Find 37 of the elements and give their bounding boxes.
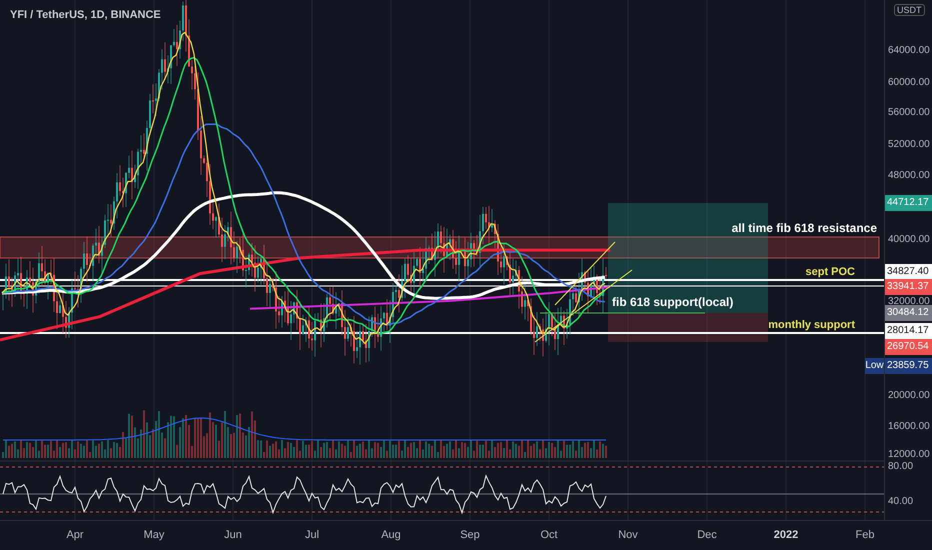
- time-axis-label: Aug: [380, 529, 402, 541]
- price-tick: 64000.00: [888, 44, 930, 58]
- chart-annotation: all time fib 618 resistance: [732, 221, 877, 235]
- rsi-tick: 40.00: [888, 495, 914, 509]
- price-badge: 26970.54: [885, 339, 932, 355]
- price-badge: 44712.17: [885, 195, 932, 211]
- time-axis-label: Feb: [854, 529, 876, 541]
- price-badge: 34827.40: [885, 264, 932, 280]
- price-tick: 56000.00: [888, 106, 930, 120]
- price-badge: 30484.12: [885, 305, 932, 321]
- price-tick: 40000.00: [888, 233, 930, 247]
- price-badge: 28014.17: [885, 323, 932, 339]
- time-axis-label: Nov: [617, 529, 639, 541]
- chart-annotation: monthly support: [768, 319, 855, 331]
- price-tick: 52000.00: [888, 138, 930, 152]
- chart-title: YFI / TetherUS, 1D, BINANCE: [10, 9, 161, 21]
- price-tick: 20000.00: [888, 389, 930, 403]
- price-tick: 48000.00: [888, 169, 930, 183]
- price-tick: 16000.00: [888, 420, 930, 434]
- low-label: Low: [865, 358, 884, 374]
- time-axis-label: Apr: [65, 529, 85, 541]
- price-tick: 60000.00: [888, 76, 930, 90]
- time-axis-label: 2022: [772, 529, 800, 541]
- time-axis-label: Dec: [696, 529, 718, 541]
- currency-label: USDT: [894, 4, 924, 16]
- time-axis-label: Oct: [539, 529, 559, 541]
- time-axis-label: Jul: [304, 529, 320, 541]
- price-tick: 12000.00: [888, 448, 930, 462]
- price-badge: 33941.37: [885, 279, 932, 295]
- chart-annotation: sept POC: [805, 266, 855, 278]
- time-axis-label: May: [142, 529, 166, 541]
- rsi-tick: 80.00: [888, 460, 914, 474]
- time-axis-label: Sep: [459, 529, 481, 541]
- time-axis-label: Jun: [223, 529, 243, 541]
- price-tick: 32000.00: [888, 295, 930, 308]
- chart-annotation: fib 618 support(local): [612, 295, 734, 309]
- price-badge: 23859.75: [885, 358, 932, 374]
